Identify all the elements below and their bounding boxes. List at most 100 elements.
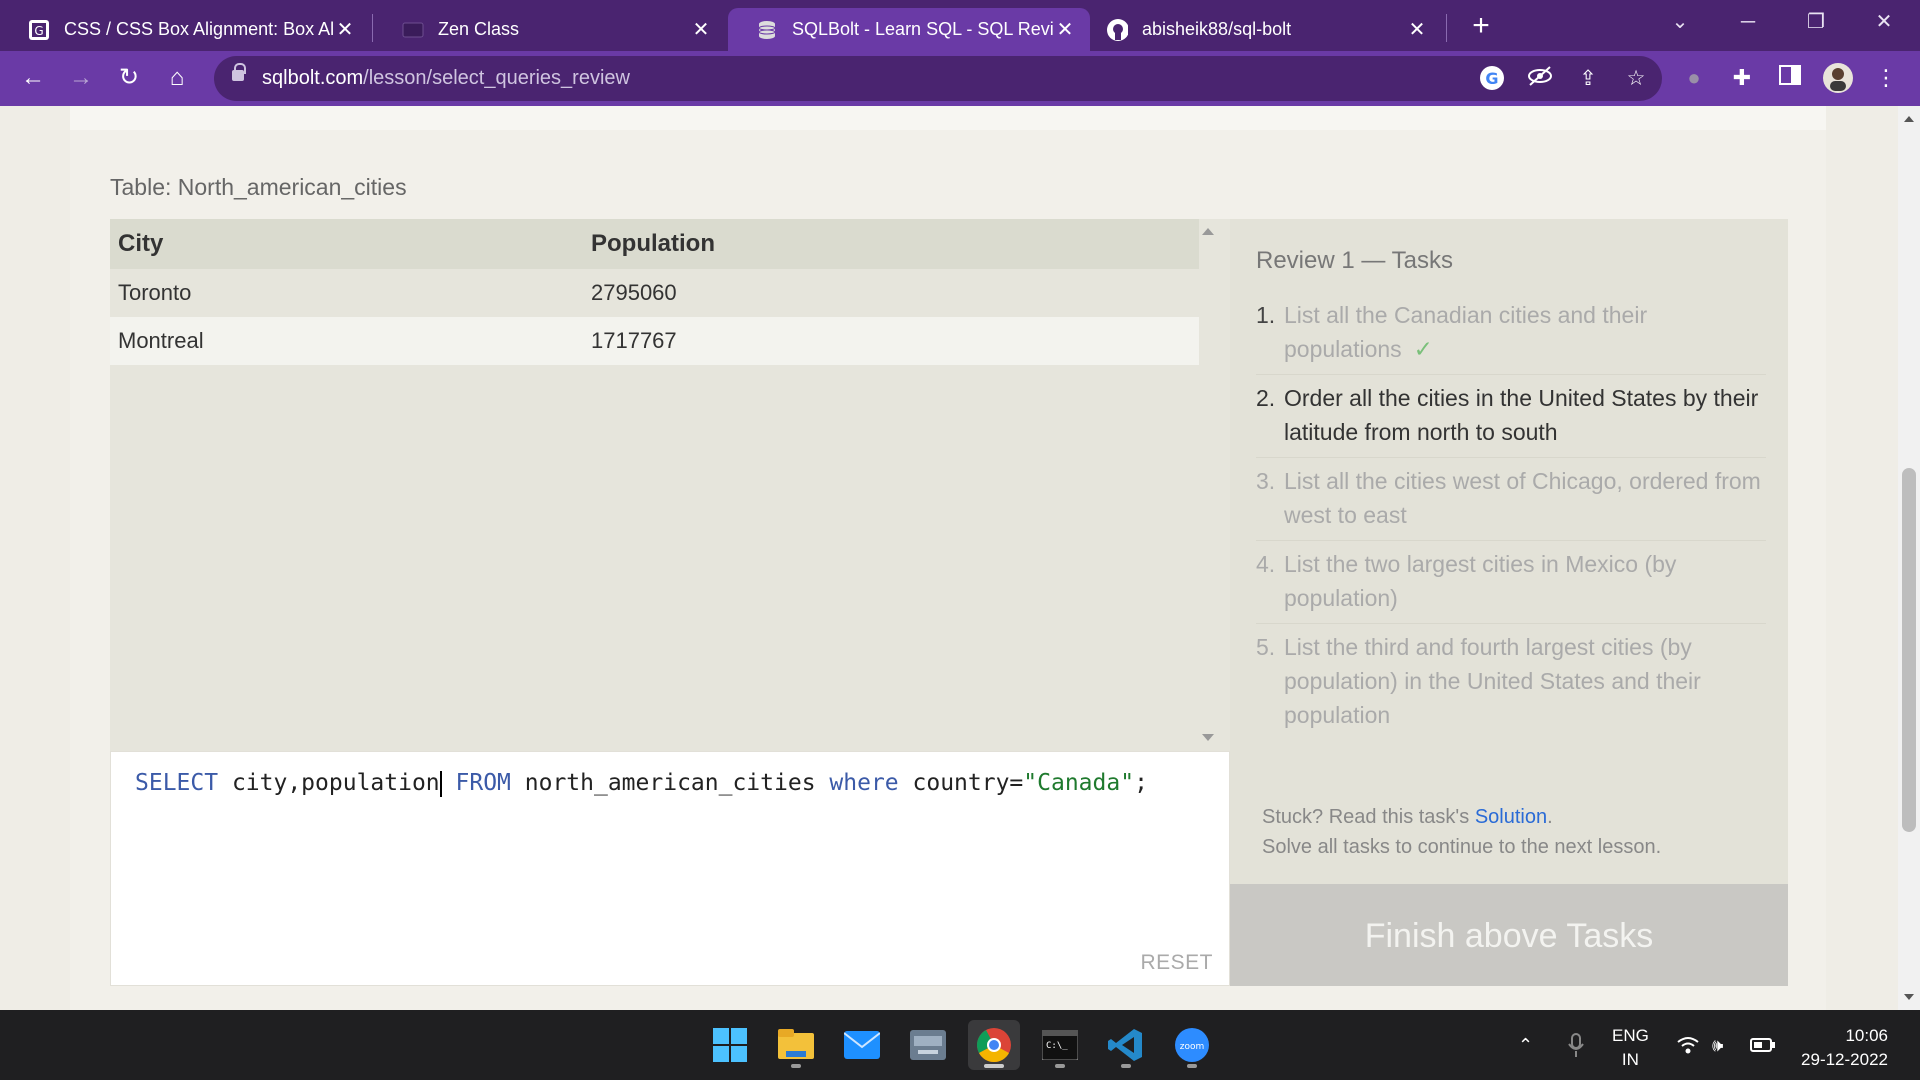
results-header-row: City Population xyxy=(110,219,1199,269)
tab-title: CSS / CSS Box Alignment: Box Ali xyxy=(64,19,334,39)
tab-separator xyxy=(1446,14,1447,42)
running-indicator xyxy=(1187,1064,1197,1068)
close-window-button[interactable]: ✕ xyxy=(1864,6,1904,38)
url-text[interactable]: sqlbolt.com/lesson/select_queries_review xyxy=(262,67,630,90)
reset-button[interactable]: RESET xyxy=(1140,951,1213,975)
wifi-icon[interactable] xyxy=(1676,1010,1700,1080)
page-viewport: Table: North_american_cities City Popula… xyxy=(0,106,1898,1010)
windows-taskbar: C:\_ zoom ⌃ ENG IN 🕪 10:06 29-12-2022 xyxy=(0,1010,1920,1080)
running-indicator xyxy=(1055,1064,1065,1068)
column-header-city: City xyxy=(118,230,164,257)
query-results-table: City Population Toronto 2795060 Montreal… xyxy=(110,219,1230,751)
extensions-puzzle-icon[interactable]: ✚ xyxy=(1726,62,1758,94)
terminal-icon[interactable]: C:\_ xyxy=(1034,1020,1086,1070)
checkmark-icon: ✓ xyxy=(1413,336,1433,362)
svg-text:G: G xyxy=(1485,69,1498,88)
eye-off-icon[interactable] xyxy=(1526,65,1554,93)
cell-population: 1717767 xyxy=(591,328,677,353)
clock[interactable]: 10:06 29-12-2022 xyxy=(1792,1024,1888,1072)
tab-search-chevron-icon[interactable]: ⌄ xyxy=(1660,6,1700,38)
solution-link[interactable]: Solution xyxy=(1475,806,1547,828)
side-panel-icon[interactable] xyxy=(1774,62,1806,94)
table-row: Montreal 1717767 xyxy=(110,317,1199,365)
column-header-population: Population xyxy=(591,230,715,257)
region-code: IN xyxy=(1621,1050,1639,1069)
url-domain: sqlbolt.com xyxy=(262,67,364,89)
minimize-button[interactable]: ─ xyxy=(1728,6,1768,38)
browser-tab-strip: G CSS / CSS Box Alignment: Box Ali ✕ Zen… xyxy=(0,0,1920,51)
results-scroll-up-icon[interactable] xyxy=(1202,228,1214,235)
query-condition: country= xyxy=(898,770,1024,796)
close-tab-icon[interactable]: ✕ xyxy=(1406,17,1428,42)
share-icon[interactable]: ⇪ xyxy=(1574,65,1602,93)
address-bar[interactable]: sqlbolt.com/lesson/select_queries_review… xyxy=(214,56,1662,101)
back-arrow-icon[interactable]: ← xyxy=(16,61,50,95)
stuck-suffix: . xyxy=(1547,806,1553,828)
database-favicon-icon xyxy=(756,19,778,41)
svg-text:C:\_: C:\_ xyxy=(1046,1041,1068,1051)
tasks-panel: Review 1 — Tasks 1. List all the Canadia… xyxy=(1230,219,1788,986)
scroll-up-icon[interactable] xyxy=(1904,116,1914,122)
task-item[interactable]: 2. Order all the cities in the United St… xyxy=(1256,375,1766,458)
windows-start-icon[interactable] xyxy=(704,1020,756,1070)
tasks-title: Review 1 — Tasks xyxy=(1256,247,1453,274)
reload-icon[interactable]: ↻ xyxy=(112,61,146,95)
language-indicator[interactable]: ENG IN xyxy=(1612,1024,1649,1072)
battery-icon[interactable] xyxy=(1750,1010,1776,1080)
lock-icon[interactable] xyxy=(232,63,246,81)
page-scrollbar[interactable] xyxy=(1898,106,1920,1010)
close-tab-icon[interactable]: ✕ xyxy=(334,17,356,42)
continue-hint: Solve all tasks to continue to the next … xyxy=(1262,836,1662,858)
stuck-prefix: Stuck? Read this task's xyxy=(1262,806,1475,828)
scrollbar-thumb[interactable] xyxy=(1902,468,1916,832)
text-caret xyxy=(439,770,442,797)
sql-query-text[interactable]: SELECT city,population FROM north_americ… xyxy=(135,770,1148,797)
zoom-icon[interactable]: zoom xyxy=(1166,1020,1218,1070)
clock-date: 29-12-2022 xyxy=(1801,1050,1888,1069)
vscode-icon[interactable] xyxy=(1100,1020,1152,1070)
home-icon[interactable]: ⌂ xyxy=(160,61,194,95)
task-text: List all the cities west of Chicago, ord… xyxy=(1284,468,1761,528)
keyboard-app-icon[interactable] xyxy=(902,1020,954,1070)
task-item[interactable]: 3. List all the cities west of Chicago, … xyxy=(1256,458,1766,541)
extension-dropper-icon[interactable]: ● xyxy=(1678,62,1710,94)
chrome-icon[interactable] xyxy=(968,1020,1020,1070)
language-code: ENG xyxy=(1612,1026,1649,1045)
finish-tasks-button[interactable]: Finish above Tasks xyxy=(1230,884,1788,986)
task-item[interactable]: 5. List the third and fourth largest cit… xyxy=(1256,624,1766,740)
task-text: List the third and fourth largest cities… xyxy=(1284,634,1701,728)
task-text: List the two largest cities in Mexico (b… xyxy=(1284,551,1677,611)
show-hidden-icons-chevron-icon[interactable]: ⌃ xyxy=(1518,1010,1533,1080)
clock-time: 10:06 xyxy=(1845,1026,1888,1045)
profile-avatar[interactable] xyxy=(1822,62,1854,94)
file-explorer-icon[interactable] xyxy=(770,1020,822,1070)
tab-separator xyxy=(372,14,373,42)
close-tab-icon[interactable]: ✕ xyxy=(1054,17,1076,42)
restore-button[interactable]: ❐ xyxy=(1796,6,1836,38)
tab-css-box-alignment[interactable]: G CSS / CSS Box Alignment: Box Ali ✕ xyxy=(0,8,370,51)
task-item[interactable]: 4. List the two largest cities in Mexico… xyxy=(1256,541,1766,624)
sql-editor[interactable]: SELECT city,population FROM north_americ… xyxy=(110,751,1230,986)
forward-arrow-icon[interactable]: → xyxy=(64,61,98,95)
keyword-select: SELECT xyxy=(135,770,219,796)
new-tab-button[interactable]: + xyxy=(1466,8,1496,44)
menu-kebab-icon[interactable]: ⋮ xyxy=(1870,62,1902,94)
close-tab-icon[interactable]: ✕ xyxy=(690,17,712,42)
results-scroll-down-icon[interactable] xyxy=(1202,734,1214,741)
scroll-down-icon[interactable] xyxy=(1904,994,1914,1000)
google-lens-icon[interactable]: G xyxy=(1478,65,1506,93)
mail-icon[interactable] xyxy=(836,1020,888,1070)
cell-city: Montreal xyxy=(118,328,204,353)
keyword-from: FROM xyxy=(455,770,511,796)
tab-sqlbolt[interactable]: SQLBolt - Learn SQL - SQL Review ✕ xyxy=(728,8,1090,51)
svg-text:zoom: zoom xyxy=(1180,1042,1205,1052)
volume-icon[interactable]: 🕪 xyxy=(1712,1010,1723,1080)
running-indicator xyxy=(1121,1064,1131,1068)
help-text: Stuck? Read this task's Solution. Solve … xyxy=(1262,802,1661,862)
task-item[interactable]: 1. List all the Canadian cities and thei… xyxy=(1256,292,1766,375)
tab-zen-class[interactable]: Zen Class ✕ xyxy=(374,8,726,51)
task-number: 4. xyxy=(1256,551,1276,577)
microphone-icon[interactable] xyxy=(1568,1010,1584,1080)
bookmark-star-icon[interactable]: ☆ xyxy=(1622,65,1650,93)
tab-github[interactable]: abisheik88/sql-bolt ✕ xyxy=(1092,8,1442,51)
